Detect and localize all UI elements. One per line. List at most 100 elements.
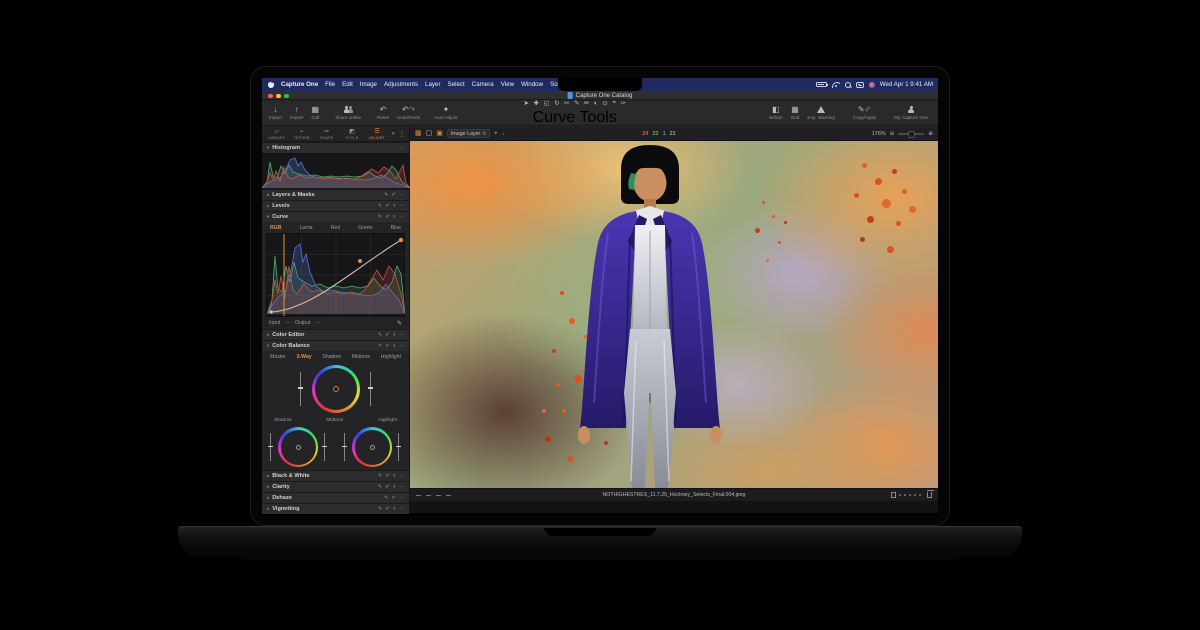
tool-pan-icon[interactable]: ✚ [534,99,539,107]
proof-view-icon[interactable]: ▣ [436,130,443,137]
curve-tab-rgb[interactable]: RGB [270,225,282,231]
siri-icon[interactable] [868,81,875,88]
undo-redo-button[interactable]: ↶↷ Undo/Redo [393,101,424,125]
tool-annotate-icon[interactable]: ✑ [620,99,625,107]
brush-icon[interactable]: ✐ [392,496,396,501]
zoom-slider[interactable] [898,131,925,138]
menu-select[interactable]: Select [448,81,465,88]
menu-clock[interactable]: Wed Apr 1 9:41 AM [880,81,933,88]
nav-prev-icon[interactable] [416,494,421,497]
more-icon[interactable]: ⋯ [399,333,404,338]
cb-tab-master[interactable]: Master [270,354,286,360]
minimize-window-button[interactable] [276,93,281,98]
eyedropper-icon[interactable]: ✎ [378,485,382,490]
apple-menu-icon[interactable] [268,81,274,88]
brush-icon[interactable]: ✐ [392,193,396,198]
rating-dot[interactable] [909,494,911,496]
panel-header-histogram[interactable]: ▾ Histogram ⋯ [262,142,409,153]
preset-icon[interactable]: ≡ [393,344,396,349]
brush-icon[interactable]: ✐ [385,333,389,338]
brush-icon[interactable]: ✐ [385,215,389,220]
menu-app-name[interactable]: Capture One [281,81,318,88]
single-view-icon[interactable]: ▢ [426,130,433,137]
eyedropper-icon[interactable]: ✎ [378,215,382,220]
my-capture-one-button[interactable]: My Capture One [890,101,932,125]
close-window-button[interactable] [268,93,273,98]
eyedropper-icon[interactable]: ✎ [384,193,388,198]
curve-tab-luma[interactable]: Luma [300,225,313,231]
preset-icon[interactable]: ≡ [393,204,396,209]
midtone-right-slider[interactable] [368,372,373,406]
color-tag-icon[interactable] [890,492,896,498]
spotlight-search-icon[interactable] [844,81,851,88]
cb-tab-midtone[interactable]: Midtone [352,354,370,360]
panel-header-vignetting[interactable]: ▸ Vignetting ✎ ✐ ≡ ⋯ [262,503,409,514]
highlight-right-slider[interactable] [396,433,401,461]
curve-tab-green[interactable]: Green [358,225,372,231]
menu-layer[interactable]: Layer [425,81,440,88]
brush-icon[interactable]: ✐ [385,474,389,479]
more-icon[interactable]: ⋯ [399,215,404,220]
eyedropper-icon[interactable]: ✎ [378,333,382,338]
nav-next-icon[interactable] [426,494,431,497]
nav-down-icon[interactable] [446,494,451,497]
menu-camera[interactable]: Camera [472,81,494,88]
brush-icon[interactable]: ✐ [385,485,389,490]
shadow-color-wheel[interactable] [278,427,318,467]
menu-adjustments[interactable]: Adjustments [384,81,418,88]
preset-icon[interactable]: ≡ [393,507,396,512]
midtone-wheel-marker[interactable] [333,386,339,392]
tab-adjust[interactable]: ☰ ADJUST [366,129,389,140]
cb-tab-shadow[interactable]: Shadow [322,354,341,360]
tab-tether[interactable]: ⌁ TETHER [290,129,313,140]
more-icon[interactable]: ⋯ [399,496,404,501]
menu-edit[interactable]: Edit [342,81,353,88]
more-icon[interactable]: ⋯ [399,485,404,490]
panel-header-clarity[interactable]: ▸ Clarity ✎ ✐ ≡ ⋯ [262,481,409,492]
more-icon[interactable]: ⋯ [399,193,404,198]
menu-window[interactable]: Window [521,81,543,88]
zoom-level[interactable]: 176% [872,131,886,137]
more-icon[interactable]: ⋯ [399,474,404,479]
highlight-left-slider[interactable] [342,433,347,461]
panel-header-curve[interactable]: ▾ Curve ✎ ✐ ≡ ⋯ [262,211,409,222]
more-icon[interactable]: ⋯ [399,507,404,512]
cb-tab-highlight[interactable]: Highlight [381,354,401,360]
tool-crop-icon[interactable]: ◱ [543,99,549,107]
panel-header-black-white[interactable]: ▸ Black & White ✎ ✐ ≡ ⋯ [262,470,409,481]
eyedropper-icon[interactable]: ✎ [378,507,382,512]
eyedropper-icon[interactable]: ✎ [384,496,388,501]
menu-file[interactable]: File [325,81,335,88]
auto-adjust-button[interactable]: ✦ Auto Adjust [430,101,461,125]
shadow-wheel-marker[interactable] [295,444,301,450]
tool-pointer-icon[interactable]: ➤ [524,99,529,107]
cull-button[interactable]: ▦ Cull [307,101,323,125]
panel-header-color-editor[interactable]: ▸ Color Editor ✎ ✐ ≡ ⋯ [262,329,409,340]
export-button[interactable]: ↑ Export [286,101,307,125]
curve-picker-icon[interactable]: ✎ [397,320,402,327]
preset-icon[interactable]: ≡ [393,485,396,490]
zoom-in-icon[interactable]: ⊕ [928,131,933,137]
more-icon[interactable]: ⋯ [399,344,404,349]
tool-radial-mask-icon[interactable]: ⊙ [602,99,607,107]
tool-erase-mask-icon[interactable]: ✏ [584,99,589,107]
tab-style[interactable]: ◩ STYLE [340,129,363,140]
curve-graph[interactable] [266,233,406,317]
add-layer-caret-icon[interactable]: ▾ [503,132,505,136]
preset-icon[interactable]: ≡ [393,474,396,479]
import-button[interactable]: ↓ Import [265,101,286,125]
grid-toggle-button[interactable]: ▦ Grid [787,101,804,125]
tool-rotate-icon[interactable]: ↻ [554,99,559,107]
battery-icon[interactable] [815,82,828,87]
preset-icon[interactable]: ≡ [393,215,396,220]
control-center-icon[interactable] [855,81,864,88]
wifi-icon[interactable] [831,81,840,88]
panel-header-layers-masks[interactable]: ▸ Layers & Masks ✎ ✐ ⋯ [262,189,409,200]
preset-icon[interactable]: ≡ [393,333,396,338]
before-toggle-button[interactable]: ◧ Before [765,101,787,125]
copy-apply-button[interactable]: ✎✐ Copy/Apply [849,101,881,125]
menu-view[interactable]: View [501,81,514,88]
nav-up-icon[interactable] [436,494,441,497]
highlight-color-wheel[interactable] [352,427,392,467]
more-tabs-icon[interactable]: » [391,131,396,137]
